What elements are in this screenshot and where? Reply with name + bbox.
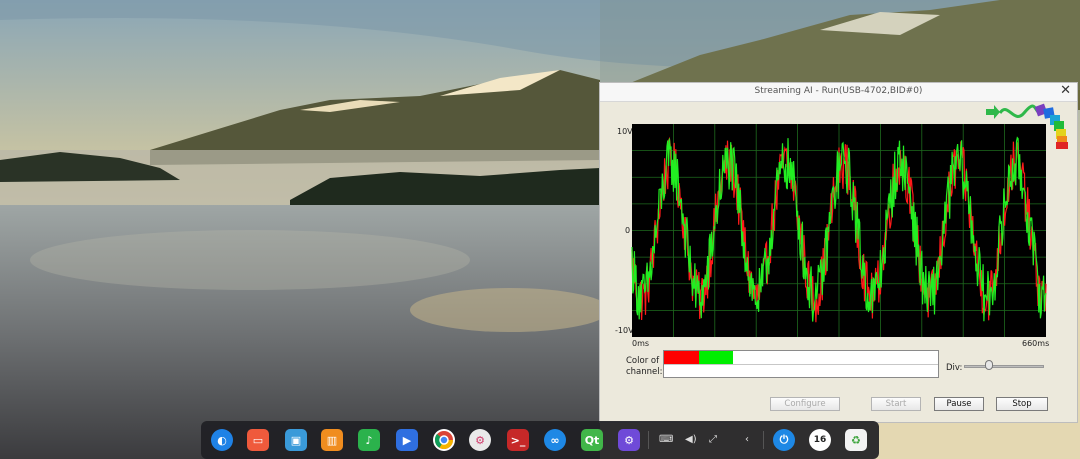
file-manager-icon[interactable]: ▣ <box>285 429 307 451</box>
div-slider-thumb[interactable] <box>985 360 993 370</box>
stop-button[interactable]: Stop <box>996 397 1048 411</box>
pause-button[interactable]: Pause <box>934 397 984 411</box>
configure-button[interactable]: Configure <box>770 397 840 411</box>
chrome-icon[interactable] <box>433 429 455 451</box>
streaming-ai-window: Streaming AI - Run(USB-4702,BID#0) ✕ 10V… <box>599 82 1078 423</box>
trash-icon[interactable]: ♻ <box>845 429 867 451</box>
power-icon[interactable]: ⏻ <box>773 429 795 451</box>
color-of-channel-label: Color of channel: <box>626 356 663 377</box>
clock-icon[interactable]: 16 <box>809 429 831 451</box>
color-box-divider <box>664 364 938 365</box>
settings-icon[interactable]: ⚙ <box>469 429 491 451</box>
terminal-icon[interactable]: >_ <box>507 429 529 451</box>
multitask-view-icon[interactable]: ▭ <box>247 429 269 451</box>
launcher-icon[interactable]: ◐ <box>211 429 233 451</box>
video-icon[interactable]: ▶ <box>396 429 418 451</box>
expand-icon[interactable]: ‹ <box>745 434 749 445</box>
volume-icon[interactable]: ◀) <box>685 434 697 445</box>
connect-icon[interactable]: ∞ <box>544 429 566 451</box>
channel-0-swatch[interactable] <box>664 351 699 364</box>
div-label: Div: <box>946 363 963 373</box>
channel-color-box <box>663 350 939 378</box>
start-button[interactable]: Start <box>871 397 921 411</box>
device-manager-icon[interactable]: ⚙ <box>618 429 640 451</box>
taskbar: ◐ ▭ ▣ ▥ ♪ ▶ ⚙ >_ ∞ Qt ⚙ ⌨ ◀) ⤢ ‹ ⏻ 16 ♻ <box>201 421 879 459</box>
app-store-icon[interactable]: ▥ <box>321 429 343 451</box>
keyboard-icon[interactable]: ⌨ <box>659 434 673 445</box>
network-icon[interactable]: ⤢ <box>709 434 717 445</box>
qt-creator-icon[interactable]: Qt <box>581 429 603 451</box>
div-slider-track[interactable] <box>964 365 1044 368</box>
clock-text: 16 <box>813 435 827 445</box>
channel-1-swatch[interactable] <box>699 351 733 364</box>
taskbar-separator-2 <box>763 431 764 449</box>
taskbar-separator <box>648 431 649 449</box>
music-icon[interactable]: ♪ <box>358 429 380 451</box>
